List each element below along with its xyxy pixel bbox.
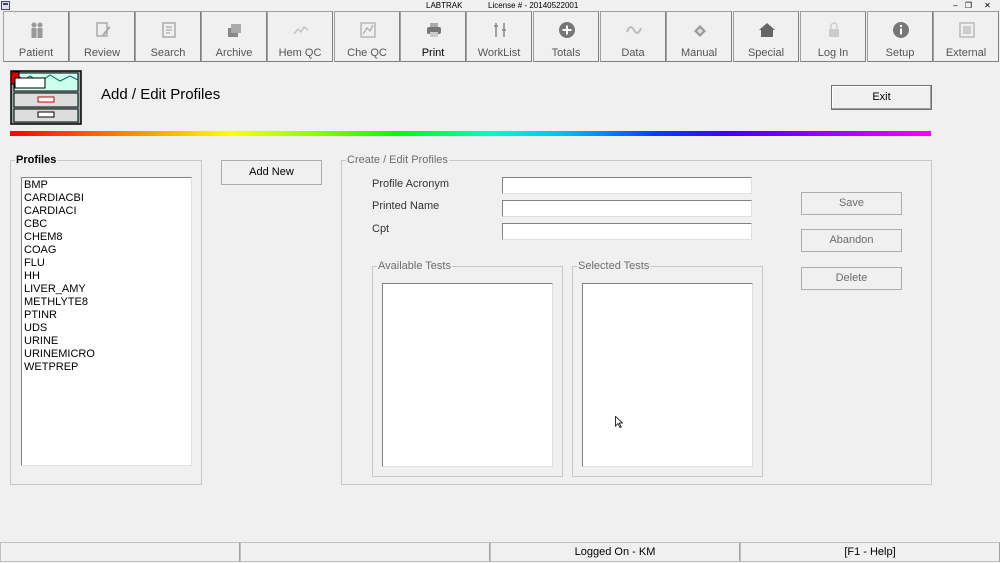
patient-icon: [31, 22, 43, 38]
profile-acronym-input[interactable]: [502, 177, 752, 194]
create-edit-profiles-group: Create / Edit Profiles Profile Acronym P…: [341, 154, 932, 485]
profiles-group: Profiles BMP CARDIACBI CARDIACI CBC CHEM…: [10, 154, 202, 485]
manual-icon: [694, 25, 706, 37]
list-item[interactable]: BMP: [22, 179, 191, 192]
available-tests-group: Available Tests: [372, 260, 563, 477]
list-item[interactable]: CARDIACBI: [22, 192, 191, 205]
list-item[interactable]: UDS: [22, 322, 191, 335]
worklist-icon: [494, 23, 506, 37]
external-icon: [959, 22, 975, 38]
archive-icon: [228, 24, 241, 37]
toolbar-search-button[interactable]: Search: [135, 11, 201, 62]
chart-icon: [293, 26, 309, 35]
window-title: LABTRAK: [426, 1, 463, 10]
save-button[interactable]: Save: [801, 192, 902, 215]
list-item[interactable]: CHEM8: [22, 231, 191, 244]
toolbar-review-button[interactable]: Review: [69, 11, 135, 62]
review-icon: [96, 22, 111, 37]
profile-acronym-label: Profile Acronym: [372, 178, 450, 190]
toolbar-label: Special: [747, 47, 785, 59]
list-item[interactable]: URINE: [22, 335, 191, 348]
toolbar-manual-button[interactable]: Manual: [666, 11, 732, 62]
exit-button[interactable]: Exit: [831, 85, 932, 110]
toolbar-label: Log In: [817, 47, 849, 59]
status-cell-empty: [0, 542, 240, 562]
plus-icon: [559, 22, 575, 38]
profiles-group-label: Profiles: [15, 154, 58, 167]
file-cabinet-icon: [10, 70, 82, 125]
delete-button[interactable]: Delete: [801, 267, 902, 290]
list-item[interactable]: PTINR: [22, 309, 191, 322]
toolbar-label: Print: [421, 47, 445, 59]
toolbar-label: WorkList: [477, 47, 521, 59]
list-item[interactable]: URINEMICRO: [22, 348, 191, 361]
printer-icon: [427, 23, 441, 37]
mouse-cursor-icon: [615, 416, 623, 428]
search-icon: [162, 22, 176, 38]
available-tests-list[interactable]: [382, 283, 553, 467]
restore-icon[interactable]: ❐: [964, 1, 973, 10]
toolbar-che-qc-button[interactable]: Che QC: [334, 11, 400, 62]
toolbar-label: Patient: [18, 47, 54, 59]
toolbar-label: Review: [83, 47, 121, 59]
rainbow-divider: [10, 131, 931, 136]
list-item[interactable]: CBC: [22, 218, 191, 231]
available-tests-label: Available Tests: [377, 260, 452, 273]
status-bar: Logged On - KM [F1 - Help]: [0, 541, 1000, 563]
cpt-label: Cpt: [372, 223, 390, 235]
toolbar-label: Manual: [680, 47, 718, 59]
toolbar-data-button[interactable]: Data: [600, 11, 666, 62]
toolbar-external-button[interactable]: External: [933, 11, 999, 62]
toolbar-print-button[interactable]: Print: [400, 11, 466, 62]
list-item[interactable]: FLU: [22, 257, 191, 270]
toolbar-login-button[interactable]: Log In: [800, 11, 866, 62]
list-item[interactable]: WETPREP: [22, 361, 191, 374]
info-icon: [893, 22, 909, 38]
toolbar-archive-button[interactable]: Archive: [201, 11, 267, 62]
minimize-icon[interactable]: –: [951, 1, 960, 10]
abandon-button[interactable]: Abandon: [801, 229, 902, 252]
printed-name-input[interactable]: [502, 200, 752, 217]
toolbar-label: Hem QC: [278, 47, 322, 59]
toolbar-label: Totals: [551, 47, 581, 59]
printed-name-label: Printed Name: [372, 200, 440, 212]
logged-on-status: Logged On - KM: [490, 542, 740, 562]
selected-tests-group: Selected Tests: [572, 260, 763, 477]
list-item[interactable]: HH: [22, 270, 191, 283]
toolbar-label: Archive: [215, 47, 253, 59]
chart-icon: [360, 22, 376, 38]
toolbar-totals-button[interactable]: Totals: [533, 11, 599, 62]
toolbar-label: Che QC: [347, 47, 387, 59]
toolbar-worklist-button[interactable]: WorkList: [466, 11, 532, 62]
selected-tests-label: Selected Tests: [577, 260, 651, 273]
title-bar: LABTRAK License # - 20140522001 – ❐ ✕: [0, 0, 1000, 11]
main-toolbar: Patient Review Search Archive Hem QC Che…: [0, 11, 1000, 63]
selected-tests-list[interactable]: [582, 283, 753, 467]
toolbar-setup-button[interactable]: Setup: [867, 11, 933, 62]
cpt-input[interactable]: [502, 223, 752, 240]
app-icon: [1, 1, 10, 10]
list-item[interactable]: METHLYTE8: [22, 296, 191, 309]
toolbar-patient-button[interactable]: Patient: [3, 11, 69, 62]
license-number: License # - 20140522001: [488, 1, 579, 10]
toolbar-label: Data: [621, 47, 645, 59]
list-item[interactable]: CARDIACI: [22, 205, 191, 218]
toolbar-special-button[interactable]: Special: [733, 11, 799, 62]
add-new-button[interactable]: Add New: [221, 160, 322, 185]
list-item[interactable]: LIVER_AMY: [22, 283, 191, 296]
data-icon: [626, 26, 642, 34]
toolbar-label: External: [945, 47, 987, 59]
status-cell-empty: [240, 542, 490, 562]
special-icon: [759, 23, 775, 37]
toolbar-hem-qc-button[interactable]: Hem QC: [267, 11, 333, 62]
help-hint: [F1 - Help]: [740, 542, 1000, 562]
create-edit-group-label: Create / Edit Profiles: [346, 154, 449, 167]
list-item[interactable]: COAG: [22, 244, 191, 257]
close-icon[interactable]: ✕: [983, 1, 992, 10]
toolbar-label: Search: [150, 47, 186, 59]
lock-icon: [829, 22, 839, 37]
profiles-list[interactable]: BMP CARDIACBI CARDIACI CBC CHEM8 COAG FL…: [21, 177, 192, 466]
page-title: Add / Edit Profiles: [101, 86, 221, 103]
toolbar-label: Setup: [885, 47, 915, 59]
